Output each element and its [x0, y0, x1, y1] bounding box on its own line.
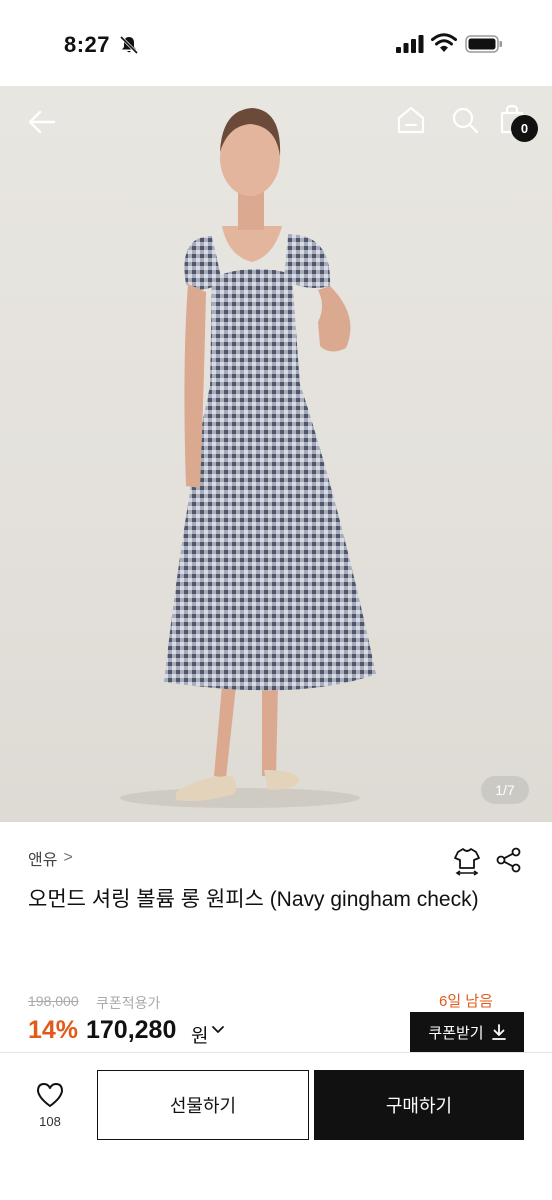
get-coupon-button[interactable]: 쿠폰받기 [410, 1012, 524, 1052]
buy-button-label: 구매하기 [385, 1096, 453, 1116]
price-unit: 원 [191, 1026, 209, 1047]
status-bar: 8:27 [0, 0, 552, 86]
product-title: 오먼드 셔링 볼륨 롱 원피스 (Navy gingham check) [28, 888, 479, 911]
search-icon[interactable] [450, 105, 480, 135]
image-counter: 1/7 [481, 776, 529, 804]
product-image[interactable]: 0 [0, 86, 552, 822]
like-button[interactable]: 108 [28, 1082, 72, 1138]
wifi-icon [431, 33, 457, 52]
back-arrow-icon[interactable] [26, 106, 58, 138]
like-count: 108 [39, 1114, 61, 1129]
chevron-right-icon: > [63, 849, 73, 866]
original-price: 198,000 [28, 993, 79, 1009]
home-icon[interactable] [396, 105, 426, 135]
gift-button-label: 선물하기 [169, 1096, 237, 1116]
battery-icon [465, 35, 502, 53]
status-time: 8:27 [64, 32, 111, 57]
chevron-down-icon[interactable] [211, 1022, 225, 1036]
get-coupon-label: 쿠폰받기 [428, 1024, 484, 1042]
brand-link[interactable]: 앤유 > [28, 846, 73, 870]
signal-icon [396, 35, 424, 53]
download-icon [491, 1024, 506, 1040]
days-left-label: 6일 남음 [439, 993, 493, 1010]
coupon-price-label: 쿠폰적용가 [96, 995, 161, 1011]
model-photo [120, 108, 376, 808]
bell-off-icon [119, 35, 139, 55]
buy-button[interactable]: 구매하기 [314, 1070, 524, 1140]
gift-button[interactable]: 선물하기 [97, 1070, 309, 1140]
brand-name: 앤유 [28, 852, 58, 869]
share-icon[interactable] [495, 846, 523, 874]
discount-rate: 14% [28, 1016, 79, 1044]
heart-icon [37, 1083, 63, 1107]
size-guide-icon[interactable] [452, 846, 482, 876]
sale-price: 170,280 [86, 1016, 177, 1044]
cart-count-badge: 0 [511, 115, 538, 142]
